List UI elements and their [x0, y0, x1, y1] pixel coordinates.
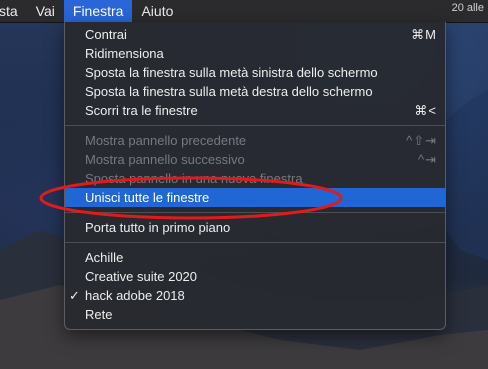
- menu-item-bring-all-to-front[interactable]: Porta tutto in primo piano: [65, 218, 445, 237]
- menu-item-cycle-windows[interactable]: Scorri tra le finestre ⌘<: [65, 101, 445, 120]
- finestra-dropdown-menu: Contrai ⌘M Ridimensiona Sposta la finest…: [64, 22, 446, 330]
- menubar-item-sta[interactable]: sta: [0, 0, 27, 22]
- menu-item-shortcut: ⌘<: [414, 103, 437, 118]
- menu-item-label: Rete: [85, 307, 113, 322]
- menu-item-ridimensiona[interactable]: Ridimensiona: [65, 44, 445, 63]
- menu-item-label: Mostra pannello precedente: [85, 133, 247, 148]
- menubar-item-aiuto[interactable]: Aiuto: [132, 0, 182, 22]
- menu-item-window-hack-adobe[interactable]: ✓ hack adobe 2018: [65, 286, 445, 305]
- menu-item-label: Achille: [85, 250, 124, 265]
- menu-item-label: Creative suite 2020: [85, 269, 198, 284]
- menu-item-window-achille[interactable]: Achille: [65, 248, 445, 267]
- menu-item-move-tab-new-window: Sposta pannello in una nuova finestra: [65, 169, 445, 188]
- menu-separator: [65, 242, 445, 243]
- menu-item-shortcut: ^⇥: [418, 152, 437, 167]
- menu-item-shortcut: ^⇧⇥: [406, 133, 437, 148]
- menu-separator: [65, 125, 445, 126]
- menu-item-label: Sposta la finestra sulla metà destra del…: [85, 84, 373, 99]
- menu-item-label: Unisci tutte le finestre: [85, 190, 210, 205]
- menu-item-label: Ridimensiona: [85, 46, 164, 61]
- menu-item-label: Sposta pannello in una nuova finestra: [85, 171, 303, 186]
- menubar-item-vai[interactable]: Vai: [27, 0, 64, 22]
- menubar-clock: 20 alle: [451, 2, 484, 14]
- menu-item-window-rete[interactable]: Rete: [65, 305, 445, 324]
- menu-item-window-creative-suite[interactable]: Creative suite 2020: [65, 267, 445, 286]
- menu-item-label: Mostra pannello successivo: [85, 152, 245, 167]
- menubar-item-finestra[interactable]: Finestra: [63, 0, 133, 22]
- menu-item-label: hack adobe 2018: [85, 288, 185, 303]
- menu-item-contrai[interactable]: Contrai ⌘M: [65, 25, 445, 44]
- menu-item-move-left-half[interactable]: Sposta la finestra sulla metà sinistra d…: [65, 63, 445, 82]
- menu-separator: [65, 212, 445, 213]
- menu-item-merge-all-windows[interactable]: Unisci tutte le finestre: [65, 188, 445, 207]
- menu-bar: sta Vai Finestra Aiuto 20 alle: [0, 0, 488, 23]
- menu-item-label: Sposta la finestra sulla metà sinistra d…: [85, 65, 378, 80]
- menu-item-previous-tab: Mostra pannello precedente ^⇧⇥: [65, 131, 445, 150]
- menu-item-label: Scorri tra le finestre: [85, 103, 198, 118]
- menu-item-label: Porta tutto in primo piano: [85, 220, 231, 235]
- menu-item-next-tab: Mostra pannello successivo ^⇥: [65, 150, 445, 169]
- checkmark-icon: ✓: [69, 288, 80, 303]
- menu-item-shortcut: ⌘M: [411, 27, 437, 42]
- menu-item-label: Contrai: [85, 27, 127, 42]
- menu-item-move-right-half[interactable]: Sposta la finestra sulla metà destra del…: [65, 82, 445, 101]
